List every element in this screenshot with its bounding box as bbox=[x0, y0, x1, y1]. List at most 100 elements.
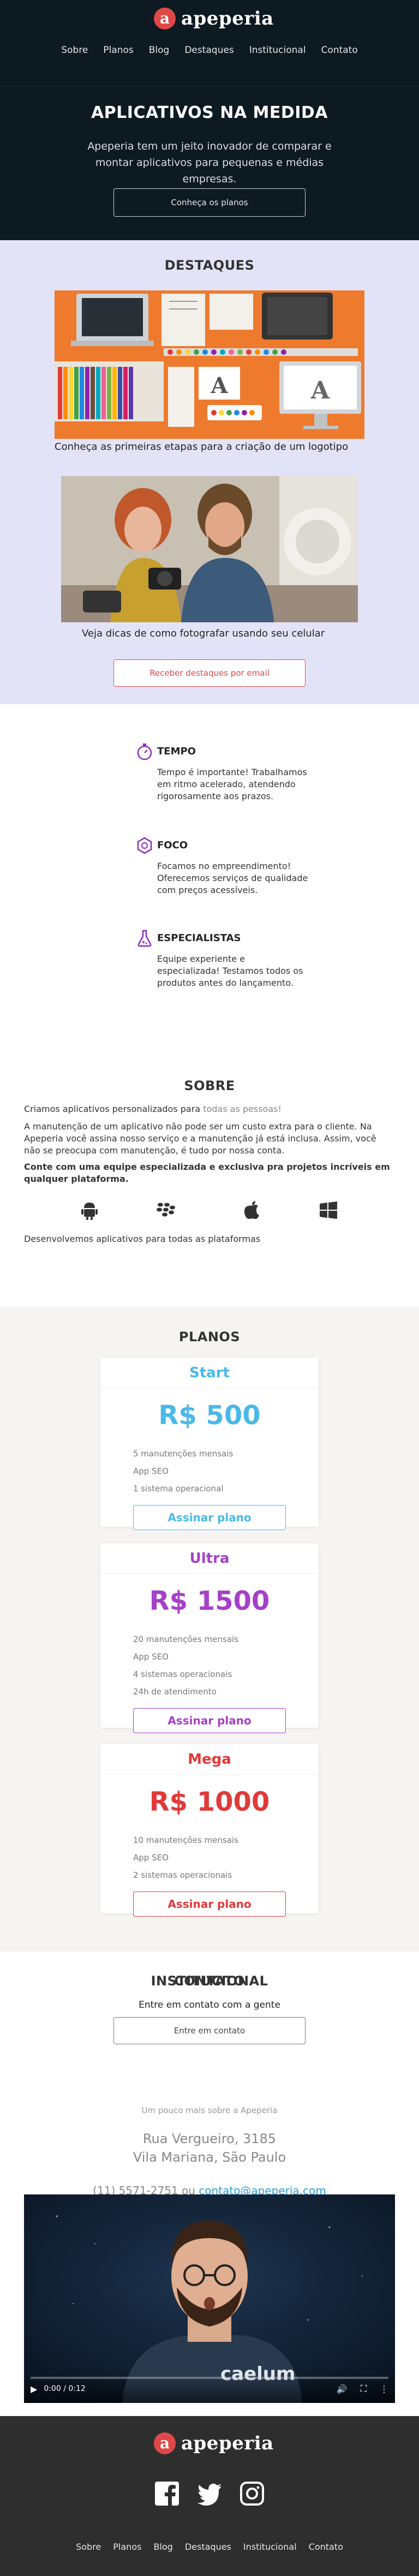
contact-button[interactable]: Entre em contato bbox=[113, 2017, 306, 2044]
feature-text: Focamos no empreendimento! Oferecemos se… bbox=[157, 861, 308, 895]
subscribe-start-button[interactable]: Assinar plano bbox=[133, 1505, 286, 1530]
plan-features: 5 manutenções mensais App SEO 1 sistema … bbox=[100, 1445, 319, 1497]
nav-institucional[interactable]: Institucional bbox=[249, 45, 306, 56]
play-icon[interactable]: ▶ bbox=[31, 2384, 37, 2394]
plan-feature: 10 manutenções mensais bbox=[133, 1835, 238, 1845]
windows-icon bbox=[320, 1201, 337, 1219]
footer-logo[interactable]: a apeperia bbox=[154, 2432, 274, 2454]
apple-icon bbox=[244, 1201, 259, 1219]
plan-feature: App SEO bbox=[133, 1652, 169, 1662]
video-controls: ▶ 0:00 / 0:12 🔊 ⛶ ⋮ bbox=[24, 2375, 395, 2403]
svg-text:A: A bbox=[210, 373, 228, 398]
logo-mark: a bbox=[154, 2432, 176, 2454]
plan-feature: 20 manutenções mensais bbox=[133, 1634, 238, 1644]
video-player[interactable]: caelum ▶ 0:00 / 0:12 🔊 ⛶ ⋮ bbox=[24, 2194, 395, 2403]
design-tools-photo[interactable]: A A bbox=[55, 290, 364, 439]
plan-features: 20 manutenções mensais App SEO 4 sistema… bbox=[100, 1631, 319, 1700]
video-time: 0:00 / 0:12 bbox=[44, 2384, 86, 2393]
sobre-maintenance-text: A manutenção de um aplicativo não pode s… bbox=[24, 1121, 376, 1156]
plan-feature: 2 sistemas operacionais bbox=[133, 1870, 232, 1880]
features-section: TEMPO Tempo é importante! Trabalhamos em… bbox=[0, 704, 419, 1056]
plan-features: 10 manutenções mensais App SEO 2 sistema… bbox=[100, 1831, 319, 1884]
nav-blog[interactable]: Blog bbox=[149, 45, 170, 56]
plan-feature: 4 sistemas operacionais bbox=[133, 1669, 232, 1679]
plan-feature: 1 sistema operacional bbox=[133, 1484, 224, 1494]
footer-nav-sobre[interactable]: Sobre bbox=[76, 2542, 101, 2552]
sobre-intro-text: Criamos aplicativos personalizados para bbox=[24, 1104, 201, 1114]
footer-nav-blog[interactable]: Blog bbox=[153, 2542, 172, 2552]
blackberry-icon bbox=[157, 1203, 175, 1217]
photography-photo[interactable] bbox=[61, 476, 358, 622]
plan-feature: App SEO bbox=[133, 1466, 169, 1476]
subscribe-ultra-button[interactable]: Assinar plano bbox=[133, 1708, 286, 1733]
plan-feature: 5 manutenções mensais bbox=[133, 1449, 234, 1459]
destaque-caption-logo[interactable]: Conheça as primeiras etapas para a criaç… bbox=[55, 441, 348, 453]
stopwatch-icon bbox=[137, 743, 152, 760]
feature-text: Tempo é importante! Trabalhamos em ritmo… bbox=[157, 767, 307, 801]
address: Rua Vergueiro, 3185 Vila Mariana, São Pa… bbox=[0, 2129, 419, 2167]
brand-logo[interactable]: a apeperia bbox=[154, 8, 274, 29]
volume-icon[interactable]: 🔊 bbox=[337, 2384, 348, 2394]
twitter-icon[interactable] bbox=[196, 2480, 223, 2507]
svg-text:A: A bbox=[310, 377, 330, 404]
see-plans-button[interactable]: Conheça os planos bbox=[113, 188, 306, 217]
page: a apeperia Sobre Planos Blog Destaques I… bbox=[0, 0, 419, 2576]
plan-name: Ultra bbox=[100, 1543, 319, 1574]
nav-destaques[interactable]: Destaques bbox=[184, 45, 234, 56]
hero-section: APLICATIVOS NA MEDIDA Apeperia tem um je… bbox=[0, 86, 419, 240]
hero-title: APLICATIVOS NA MEDIDA bbox=[91, 103, 328, 122]
site-footer: a apeperia Sobre Planos Blog Destaques I… bbox=[0, 2416, 419, 2576]
footer-nav-institucional[interactable]: Institucional bbox=[243, 2542, 297, 2552]
destaques-section: DESTAQUES A A Conheça as primeiras etapa… bbox=[0, 240, 419, 704]
plan-card-ultra: Ultra R$ 1500 20 manutenções mensais App… bbox=[100, 1543, 319, 1733]
more-options-icon[interactable]: ⋮ bbox=[380, 2384, 388, 2394]
plan-price: R$ 1500 bbox=[149, 1586, 270, 1616]
video-frame: caelum bbox=[24, 2194, 395, 2403]
destaques-title: DESTAQUES bbox=[164, 258, 255, 273]
sobre-section: SOBRE Criamos aplicativos personalizados… bbox=[0, 1056, 419, 1307]
plan-name: Mega bbox=[100, 1744, 319, 1775]
hexagon-icon bbox=[137, 837, 152, 854]
nav-sobre[interactable]: Sobre bbox=[61, 45, 88, 56]
planos-title: PLANOS bbox=[178, 1329, 241, 1344]
android-icon bbox=[81, 1203, 98, 1220]
hero-text: Apeperia tem um jeito inovador de compar… bbox=[87, 140, 332, 185]
plan-card-start: Start R$ 500 5 manutenções mensais App S… bbox=[100, 1358, 319, 1530]
email-highlights-button[interactable]: Receber destaques por email bbox=[113, 659, 306, 687]
nav-contato[interactable]: Contato bbox=[321, 45, 358, 56]
nav-planos[interactable]: Planos bbox=[103, 45, 133, 56]
footer-nav: Sobre Planos Blog Destaques Instituciona… bbox=[0, 2542, 419, 2552]
footer-nav-planos[interactable]: Planos bbox=[113, 2542, 141, 2552]
plan-price: R$ 500 bbox=[158, 1400, 261, 1431]
flask-icon bbox=[137, 930, 152, 947]
contato-section: CONTATO Entre em contato com a gente Ent… bbox=[0, 1952, 419, 2224]
address-line-2: Vila Mariana, São Paulo bbox=[133, 2150, 286, 2165]
plan-price: R$ 1000 bbox=[149, 1787, 270, 1817]
feature-title: ESPECIALISTAS bbox=[157, 932, 241, 944]
sobre-intro-highlight: todas as pessoas! bbox=[200, 1104, 282, 1114]
plan-feature: 24h de atendimento bbox=[133, 1687, 217, 1697]
site-header: a apeperia Sobre Planos Blog Destaques I… bbox=[0, 0, 419, 86]
plan-feature: App SEO bbox=[133, 1853, 169, 1863]
plan-card-mega: Mega R$ 1000 10 manutenções mensais App … bbox=[100, 1744, 319, 1917]
social-links bbox=[154, 2480, 265, 2507]
logo-text: apeperia bbox=[181, 8, 274, 29]
footer-nav-contato[interactable]: Contato bbox=[309, 2542, 343, 2552]
sobre-intro: Criamos aplicativos personalizados para … bbox=[24, 1103, 395, 1115]
contato-subtitle: Entre em contato com a gente bbox=[139, 2000, 280, 2010]
feature-title: TEMPO bbox=[157, 746, 196, 757]
feature-text: Equipe experiente e especializada! Testa… bbox=[157, 954, 303, 988]
sobre-title: SOBRE bbox=[184, 1078, 235, 1093]
institucional-title: INSTITUCIONAL bbox=[151, 1973, 268, 1989]
facebook-icon[interactable] bbox=[154, 2480, 180, 2507]
footer-nav-destaques[interactable]: Destaques bbox=[185, 2542, 231, 2552]
subscribe-mega-button[interactable]: Assinar plano bbox=[133, 1891, 286, 1917]
logo-text: apeperia bbox=[181, 2432, 274, 2454]
sobre-platforms-text: Desenvolvemos aplicativos para todas as … bbox=[24, 1234, 261, 1244]
institucional-subtitle: Um pouco mais sobre a Apeperia bbox=[141, 2105, 278, 2115]
plan-name: Start bbox=[100, 1358, 319, 1388]
fullscreen-icon[interactable]: ⛶ bbox=[361, 2383, 367, 2394]
destaque-caption-photo[interactable]: Veja dicas de como fotografar usando seu… bbox=[82, 628, 325, 639]
feature-title: FOCO bbox=[157, 840, 188, 851]
instagram-icon[interactable] bbox=[239, 2480, 265, 2507]
